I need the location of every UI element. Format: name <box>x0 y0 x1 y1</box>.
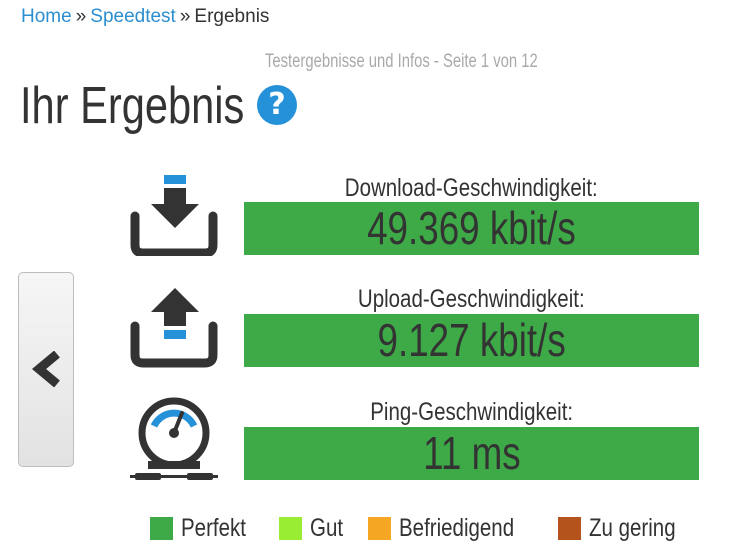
download-speed-value: 49.369 kbit/s <box>244 202 699 255</box>
legend-swatch <box>278 517 302 540</box>
legend-label: Perfekt <box>181 514 246 542</box>
chevron-left-icon <box>31 351 60 387</box>
legend-swatch <box>368 517 392 540</box>
help-icon[interactable]: ? <box>257 85 297 125</box>
download-speed-label: Download-Geschwindigkeit: <box>345 174 598 202</box>
upload-speed-value: 9.127 kbit/s <box>244 314 699 367</box>
breadcrumb-home-link[interactable]: Home <box>21 6 72 27</box>
legend-item-gut: Gut <box>278 514 350 543</box>
page-subtitle: Testergebnisse und Infos - Seite 1 von 1… <box>265 51 538 72</box>
ping-speed-value: 11 ms <box>244 427 699 480</box>
download-icon <box>130 175 218 256</box>
legend-swatch <box>150 517 173 540</box>
previous-page-button[interactable] <box>18 272 74 467</box>
legend-item-befriedigend: Befriedigend <box>368 514 539 543</box>
legend-label: Gut <box>309 514 343 542</box>
legend-label: Zu gering <box>589 514 676 542</box>
legend-label: Befriedigend <box>399 514 515 542</box>
breadcrumb-separator: » <box>75 6 87 27</box>
rating-legend: Perfekt Gut Befriedigend Zu gering <box>150 514 709 544</box>
breadcrumb-speedtest-link[interactable]: Speedtest <box>90 6 176 27</box>
breadcrumb: Home» Speedtest» Ergebnis <box>21 6 269 28</box>
upload-icon <box>130 288 218 368</box>
gauge-icon <box>130 397 218 480</box>
legend-swatch <box>558 517 582 540</box>
ping-speed-label: Ping-Geschwindigkeit: <box>370 398 573 426</box>
upload-speed-label: Upload-Geschwindigkeit: <box>358 285 585 313</box>
breadcrumb-current: Ergebnis <box>194 6 270 27</box>
legend-item-zu-gering: Zu gering <box>558 514 695 543</box>
legend-item-perfekt: Perfekt <box>150 514 260 543</box>
breadcrumb-separator: » <box>179 6 191 27</box>
